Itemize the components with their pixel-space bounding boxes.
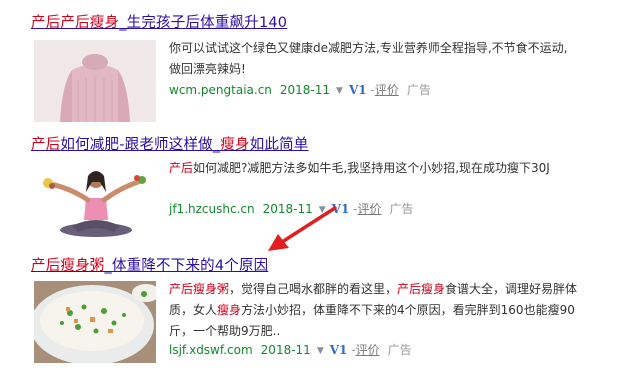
result-date: 2018-11 — [279, 83, 331, 97]
title-text: 如何减肥-跟老师这样做_ — [60, 137, 221, 153]
result-url[interactable]: jf1.hzcushc.cn — [169, 202, 255, 216]
result-url[interactable]: wcm.pengtaia.cn — [169, 83, 272, 97]
caret-down-icon[interactable]: ▼ — [317, 342, 324, 360]
thumbnail-sweater-photo[interactable] — [34, 40, 156, 122]
result-snippet: 产后瘦身粥，觉得自己喝水都胖的看这里，产后瘦身食谱大全，调理好易胖体质，女人瘦身… — [169, 279, 581, 342]
result-title-link[interactable]: 产后如何减肥-跟老师这样做_瘦身如此简单 — [31, 135, 309, 155]
ad-label: 广告 — [387, 343, 412, 357]
ad-label: 广告 — [406, 83, 431, 97]
title-highlight: 产后产后瘦身 — [31, 15, 120, 31]
result-url[interactable]: lsjf.xdswf.com — [169, 343, 253, 357]
result-date: 2018-11 — [262, 202, 313, 216]
v1-badge-icon[interactable]: V1 — [330, 343, 348, 357]
ad-label: 广告 — [389, 202, 414, 216]
thumbnail-yoga-woman-photo[interactable] — [34, 158, 158, 240]
title-highlight: 瘦身 — [220, 137, 250, 153]
v1-badge-icon[interactable]: V1 — [349, 83, 367, 97]
result-title-link[interactable]: 产后瘦身粥_体重降不下来的4个原因 — [31, 256, 268, 276]
result-meta: wcm.pengtaia.cn 2018-11 ▼ V1 -评价 广告 — [169, 81, 431, 101]
snippet-highlight: 产后 — [169, 161, 194, 175]
result-date: 2018-11 — [260, 343, 311, 357]
review-link[interactable]: 评价 — [356, 343, 380, 357]
snippet-highlight: 产后瘦身粥 — [169, 282, 230, 296]
caret-down-icon[interactable]: ▼ — [319, 201, 326, 219]
snippet-text: 如何减肥?减肥方法多如牛毛,我坚持用这个小妙招,现在成功瘦下30J — [193, 161, 550, 175]
review-link[interactable]: 评价 — [358, 202, 382, 216]
title-text: _生完孩子后体重飙升140 — [119, 15, 288, 31]
title-text: _体重降不下来的4个原因 — [104, 258, 269, 274]
snippet-highlight: 产后瘦身 — [397, 282, 446, 296]
caret-down-icon[interactable]: ▼ — [336, 82, 343, 100]
title-highlight: 产后 — [31, 137, 61, 153]
result-snippet: 产后如何减肥?减肥方法多如牛毛,我坚持用这个小妙招,现在成功瘦下30J — [169, 158, 569, 179]
snippet-text: 你可以试试这个绿色又健康de减肥方法,专业营养师全程指导,不节食不运动,做回漂亮… — [169, 41, 568, 76]
result-meta: jf1.hzcushc.cn 2018-11 ▼ V1 -评价 广告 — [169, 200, 414, 220]
snippet-text: ，觉得自己喝水都胖的看这里， — [229, 282, 398, 296]
result-title-link[interactable]: 产后产后瘦身_生完孩子后体重飙升140 — [31, 13, 287, 33]
title-highlight: 产后瘦身粥 — [31, 258, 105, 274]
result-meta: lsjf.xdswf.com 2018-11 ▼ V1 -评价 广告 — [169, 341, 412, 361]
v1-badge-icon[interactable]: V1 — [332, 202, 350, 216]
result-snippet: 你可以试试这个绿色又健康de减肥方法,专业营养师全程指导,不节食不运动,做回漂亮… — [169, 38, 569, 80]
thumbnail-porridge-bowl-photo[interactable] — [34, 281, 156, 363]
review-link[interactable]: 评价 — [375, 83, 399, 97]
title-text: 如此简单 — [249, 137, 309, 153]
snippet-highlight: 瘦身 — [217, 303, 242, 317]
